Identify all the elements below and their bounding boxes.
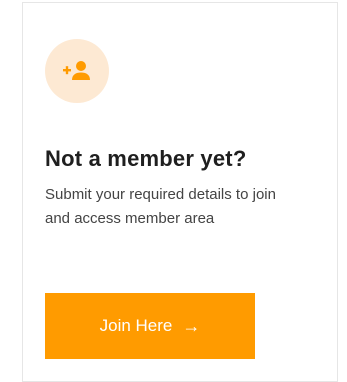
membership-card: Not a member yet? Submit your required d… bbox=[22, 2, 338, 382]
card-title: Not a member yet? bbox=[45, 146, 247, 171]
join-here-button[interactable]: Join Here → bbox=[45, 293, 255, 359]
arrow-right-icon: → bbox=[182, 316, 201, 336]
join-button-label: Join Here bbox=[99, 316, 173, 335]
card-description: Submit your required details to join and… bbox=[45, 186, 276, 227]
add-user-icon bbox=[63, 61, 90, 80]
add-user-icon-badge bbox=[45, 39, 109, 103]
